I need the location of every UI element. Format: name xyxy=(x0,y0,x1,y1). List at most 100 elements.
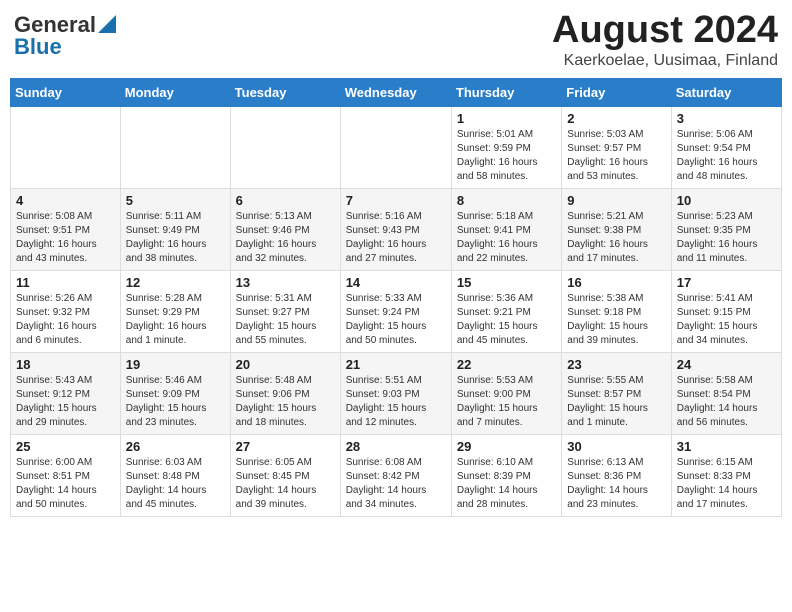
day-info: Sunrise: 5:31 AM Sunset: 9:27 PM Dayligh… xyxy=(236,292,335,348)
header-saturday: Saturday xyxy=(671,78,781,106)
day-info: Sunrise: 5:08 AM Sunset: 9:51 PM Dayligh… xyxy=(16,210,115,266)
header-sunday: Sunday xyxy=(11,78,121,106)
calendar-cell: 16Sunrise: 5:38 AM Sunset: 9:18 PM Dayli… xyxy=(562,270,671,352)
calendar-cell xyxy=(120,106,230,188)
calendar-cell: 20 Sunrise: 5:48 AM Sunset: 9:06 PM Dayli… xyxy=(230,352,340,434)
day-number: 10 xyxy=(677,193,776,208)
day-number: 21 xyxy=(346,357,446,372)
day-info: Sunrise: 5:53 AM Sunset: 9:00 PM Dayligh… xyxy=(457,374,556,430)
day-info: Sunrise: 5:33 AM Sunset: 9:24 PM Dayligh… xyxy=(346,292,446,348)
calendar-cell xyxy=(230,106,340,188)
header-tuesday: Tuesday xyxy=(230,78,340,106)
calendar-cell xyxy=(340,106,451,188)
day-info: Sunrise: 6:15 AM Sunset: 8:33 PM Dayligh… xyxy=(677,456,776,512)
calendar-cell: 6 Sunrise: 5:13 AM Sunset: 9:46 PM Daylig… xyxy=(230,188,340,270)
day-number: 11 xyxy=(16,275,115,290)
day-number: 30 xyxy=(567,439,665,454)
header-friday: Friday xyxy=(562,78,671,106)
day-number: 16 xyxy=(567,275,665,290)
calendar-cell: 7Sunrise: 5:16 AM Sunset: 9:43 PM Daylig… xyxy=(340,188,451,270)
day-number: 29 xyxy=(457,439,556,454)
week-row-4: 25Sunrise: 6:00 AM Sunset: 8:51 PM Dayli… xyxy=(11,434,782,516)
calendar-cell: 21 Sunrise: 5:51 AM Sunset: 9:03 PM Dayli… xyxy=(340,352,451,434)
day-number: 27 xyxy=(236,439,335,454)
calendar-cell: 14 Sunrise: 5:33 AM Sunset: 9:24 PM Dayli… xyxy=(340,270,451,352)
day-info: Sunrise: 5:21 AM Sunset: 9:38 PM Dayligh… xyxy=(567,210,665,266)
header-thursday: Thursday xyxy=(451,78,561,106)
day-number: 1 xyxy=(457,111,556,126)
calendar-cell: 3 Sunrise: 5:06 AM Sunset: 9:54 PM Daylig… xyxy=(671,106,781,188)
logo-general: General xyxy=(14,14,96,36)
month-year-title: August 2024 xyxy=(552,10,778,52)
day-number: 3 xyxy=(677,111,776,126)
calendar-table: SundayMondayTuesdayWednesdayThursdayFrid… xyxy=(10,78,782,517)
calendar-cell: 2 Sunrise: 5:03 AM Sunset: 9:57 PM Daylig… xyxy=(562,106,671,188)
calendar-cell: 25Sunrise: 6:00 AM Sunset: 8:51 PM Dayli… xyxy=(11,434,121,516)
day-number: 14 xyxy=(346,275,446,290)
header-monday: Monday xyxy=(120,78,230,106)
day-info: Sunrise: 6:13 AM Sunset: 8:36 PM Dayligh… xyxy=(567,456,665,512)
calendar-cell: 15 Sunrise: 5:36 AM Sunset: 9:21 PM Dayli… xyxy=(451,270,561,352)
calendar-cell: 19 Sunrise: 5:46 AM Sunset: 9:09 PM Dayli… xyxy=(120,352,230,434)
day-number: 5 xyxy=(126,193,225,208)
location-subtitle: Kaerkoelae, Uusimaa, Finland xyxy=(552,52,778,70)
title-block: August 2024 Kaerkoelae, Uusimaa, Finland xyxy=(552,10,778,70)
day-number: 18 xyxy=(16,357,115,372)
day-number: 15 xyxy=(457,275,556,290)
day-number: 19 xyxy=(126,357,225,372)
calendar-cell: 13 Sunrise: 5:31 AM Sunset: 9:27 PM Dayli… xyxy=(230,270,340,352)
day-info: Sunrise: 6:08 AM Sunset: 8:42 PM Dayligh… xyxy=(346,456,446,512)
logo-blue: Blue xyxy=(14,36,62,58)
day-number: 9 xyxy=(567,193,665,208)
day-info: Sunrise: 5:26 AM Sunset: 9:32 PM Dayligh… xyxy=(16,292,115,348)
calendar-cell: 1 Sunrise: 5:01 AM Sunset: 9:59 PM Daylig… xyxy=(451,106,561,188)
day-info: Sunrise: 5:28 AM Sunset: 9:29 PM Dayligh… xyxy=(126,292,225,348)
calendar-cell: 26 Sunrise: 6:03 AM Sunset: 8:48 PM Dayli… xyxy=(120,434,230,516)
day-info: Sunrise: 5:01 AM Sunset: 9:59 PM Dayligh… xyxy=(457,128,556,184)
calendar-header-row: SundayMondayTuesdayWednesdayThursdayFrid… xyxy=(11,78,782,106)
day-number: 17 xyxy=(677,275,776,290)
week-row-1: 4 Sunrise: 5:08 AM Sunset: 9:51 PM Daylig… xyxy=(11,188,782,270)
day-info: Sunrise: 5:41 AM Sunset: 9:15 PM Dayligh… xyxy=(677,292,776,348)
calendar-cell: 8Sunrise: 5:18 AM Sunset: 9:41 PM Daylig… xyxy=(451,188,561,270)
day-info: Sunrise: 6:00 AM Sunset: 8:51 PM Dayligh… xyxy=(16,456,115,512)
day-info: Sunrise: 5:36 AM Sunset: 9:21 PM Dayligh… xyxy=(457,292,556,348)
calendar-cell: 10 Sunrise: 5:23 AM Sunset: 9:35 PM Dayli… xyxy=(671,188,781,270)
week-row-0: 1 Sunrise: 5:01 AM Sunset: 9:59 PM Daylig… xyxy=(11,106,782,188)
calendar-cell: 27Sunrise: 6:05 AM Sunset: 8:45 PM Dayli… xyxy=(230,434,340,516)
calendar-cell: 18 Sunrise: 5:43 AM Sunset: 9:12 PM Dayli… xyxy=(11,352,121,434)
day-number: 28 xyxy=(346,439,446,454)
header-wednesday: Wednesday xyxy=(340,78,451,106)
calendar-cell: 11 Sunrise: 5:26 AM Sunset: 9:32 PM Dayli… xyxy=(11,270,121,352)
calendar-cell: 12Sunrise: 5:28 AM Sunset: 9:29 PM Dayli… xyxy=(120,270,230,352)
logo: General Blue xyxy=(14,14,116,58)
calendar-cell: 22Sunrise: 5:53 AM Sunset: 9:00 PM Dayli… xyxy=(451,352,561,434)
day-number: 13 xyxy=(236,275,335,290)
calendar-cell: 28 Sunrise: 6:08 AM Sunset: 8:42 PM Dayli… xyxy=(340,434,451,516)
day-number: 31 xyxy=(677,439,776,454)
day-number: 26 xyxy=(126,439,225,454)
calendar-cell xyxy=(11,106,121,188)
week-row-2: 11 Sunrise: 5:26 AM Sunset: 9:32 PM Dayli… xyxy=(11,270,782,352)
day-info: Sunrise: 5:23 AM Sunset: 9:35 PM Dayligh… xyxy=(677,210,776,266)
day-number: 6 xyxy=(236,193,335,208)
day-info: Sunrise: 5:46 AM Sunset: 9:09 PM Dayligh… xyxy=(126,374,225,430)
day-info: Sunrise: 5:43 AM Sunset: 9:12 PM Dayligh… xyxy=(16,374,115,430)
day-number: 20 xyxy=(236,357,335,372)
week-row-3: 18 Sunrise: 5:43 AM Sunset: 9:12 PM Dayli… xyxy=(11,352,782,434)
calendar-cell: 24Sunrise: 5:58 AM Sunset: 8:54 PM Dayli… xyxy=(671,352,781,434)
day-number: 7 xyxy=(346,193,446,208)
day-info: Sunrise: 5:11 AM Sunset: 9:49 PM Dayligh… xyxy=(126,210,225,266)
calendar-cell: 17 Sunrise: 5:41 AM Sunset: 9:15 PM Dayli… xyxy=(671,270,781,352)
day-info: Sunrise: 6:03 AM Sunset: 8:48 PM Dayligh… xyxy=(126,456,225,512)
day-info: Sunrise: 5:48 AM Sunset: 9:06 PM Dayligh… xyxy=(236,374,335,430)
day-number: 2 xyxy=(567,111,665,126)
calendar-cell: 9 Sunrise: 5:21 AM Sunset: 9:38 PM Daylig… xyxy=(562,188,671,270)
day-info: Sunrise: 5:03 AM Sunset: 9:57 PM Dayligh… xyxy=(567,128,665,184)
day-info: Sunrise: 5:13 AM Sunset: 9:46 PM Dayligh… xyxy=(236,210,335,266)
day-info: Sunrise: 5:51 AM Sunset: 9:03 PM Dayligh… xyxy=(346,374,446,430)
day-info: Sunrise: 5:06 AM Sunset: 9:54 PM Dayligh… xyxy=(677,128,776,184)
calendar-cell: 30 Sunrise: 6:13 AM Sunset: 8:36 PM Dayli… xyxy=(562,434,671,516)
day-info: Sunrise: 5:58 AM Sunset: 8:54 PM Dayligh… xyxy=(677,374,776,430)
day-number: 4 xyxy=(16,193,115,208)
